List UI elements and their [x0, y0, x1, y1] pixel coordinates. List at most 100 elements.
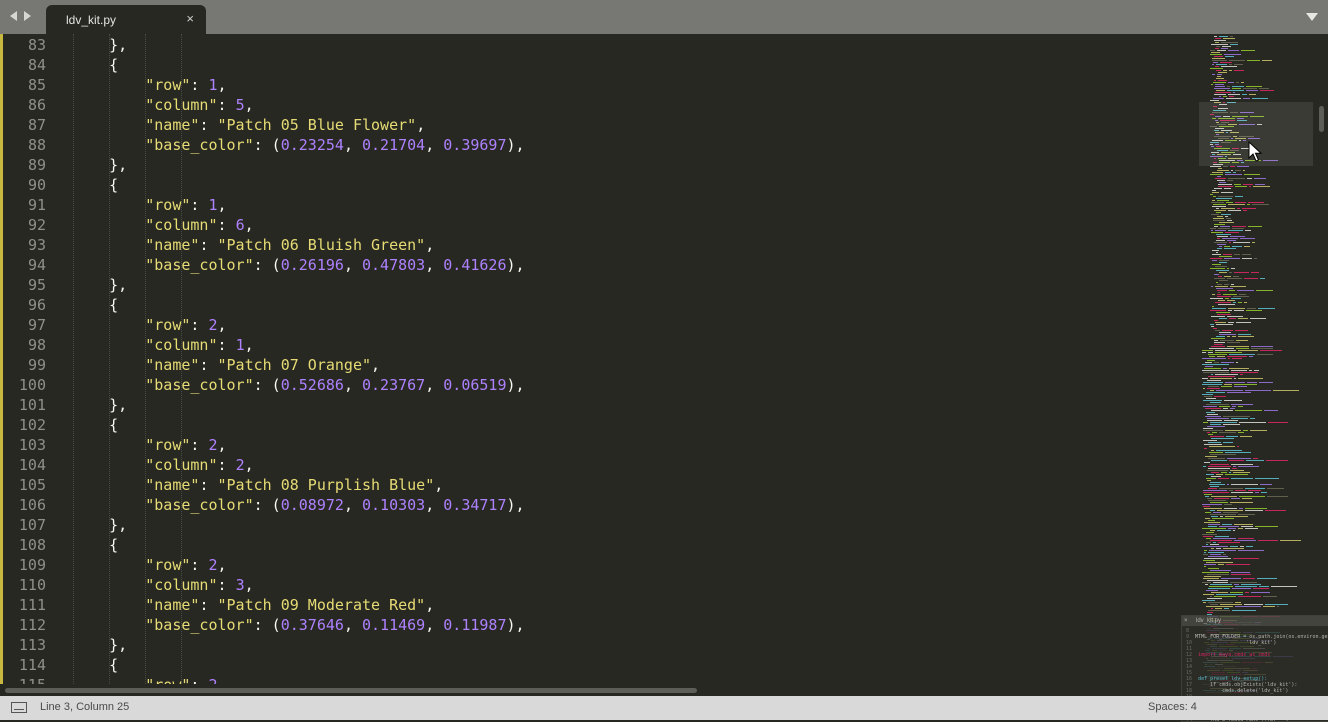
code-line: 96 { [0, 295, 1196, 315]
minimap-line [1220, 604, 1242, 605]
minimap-line [1228, 358, 1230, 359]
code-editor[interactable]: 83 }, 84 {85 "row": 1, 86 "column": 5, 87 "… [0, 34, 1196, 684]
minimap-line [1202, 600, 1215, 601]
minimap-line [1207, 580, 1228, 581]
minimap-line [1228, 322, 1234, 323]
code-line: 109 "row": 2, [0, 555, 1196, 575]
minimap-line [1204, 448, 1207, 449]
minimap-line [1211, 232, 1223, 233]
vertical-scrollbar-thumb[interactable] [1319, 106, 1324, 132]
minimap-line [1231, 370, 1247, 371]
minimap-line [1212, 264, 1221, 265]
minimap-line [1215, 86, 1225, 87]
minimap-line [1211, 44, 1228, 45]
tab-nav-right-icon[interactable] [24, 11, 31, 21]
minimap-line [1204, 564, 1216, 565]
minimap-line [1220, 516, 1223, 517]
minimap-line [1215, 266, 1227, 267]
minimap-line [1253, 588, 1269, 589]
code-line: 95 }, [0, 275, 1196, 295]
minimap-line [1213, 582, 1228, 583]
minimap-line [1230, 166, 1235, 167]
minimap-line [1223, 166, 1228, 167]
vertical-scrollbar[interactable] [1316, 34, 1328, 696]
minimap-line [1210, 486, 1219, 487]
minimap-line [1234, 184, 1241, 185]
tab-ldv-kit[interactable]: ldv_kit.py × [46, 5, 206, 34]
line-code: { [73, 175, 118, 195]
minimap-line [1231, 498, 1240, 499]
minimap-line [1205, 416, 1221, 417]
minimap-line [1231, 404, 1253, 405]
minimap-line [1215, 38, 1221, 39]
minimap-line [1232, 336, 1236, 337]
horizontal-scrollbar[interactable] [0, 684, 1196, 696]
minimap-line [1228, 310, 1232, 311]
minimap-line [1243, 170, 1245, 171]
toggle-panel-icon[interactable] [11, 702, 27, 713]
minimap-line [1213, 98, 1224, 99]
minimap-line [1202, 364, 1229, 365]
minimap-line [1254, 178, 1266, 179]
horizontal-scrollbar-thumb[interactable] [5, 688, 697, 693]
minimap-line [1206, 478, 1216, 479]
number-token: 2 [208, 556, 218, 574]
minimap-line [1208, 434, 1213, 435]
minimap-line [1214, 278, 1225, 279]
minimap-line [1217, 296, 1231, 297]
minimap-line [1210, 166, 1221, 167]
minimap-line [1246, 86, 1262, 87]
minimap-line [1210, 514, 1236, 515]
minimap-line [1215, 330, 1220, 331]
minimap-line [1230, 408, 1235, 409]
minimap-line [1228, 204, 1245, 205]
code-line: 107 }, [0, 515, 1196, 535]
minimap-line [1214, 396, 1226, 397]
minimap-line [1213, 542, 1216, 543]
indentation-setting[interactable]: Spaces: 4 [1148, 701, 1197, 713]
minimap-line [1258, 540, 1278, 541]
minimap-line [1228, 50, 1239, 51]
minimap-line [1204, 444, 1222, 445]
minimap-line [1230, 592, 1243, 593]
string-token: "base_color" [145, 136, 254, 154]
number-token: 0.34717 [443, 496, 507, 514]
punctuation-token: : [199, 476, 218, 494]
tab-list-dropdown-icon[interactable] [1306, 13, 1318, 21]
line-number: 100 [18, 376, 46, 394]
number-token: 6 [235, 216, 245, 234]
minimap-line [1255, 526, 1278, 527]
minimap-line [1217, 530, 1231, 531]
minimap-line [1214, 362, 1219, 363]
minimap-line [1229, 290, 1235, 291]
minimap-line [1239, 294, 1246, 295]
minimap[interactable] [1198, 34, 1316, 696]
line-code: "row": 1, [73, 195, 226, 215]
minimap-line [1237, 166, 1249, 167]
peek-line-code: import maya.cmds as cmds [1198, 652, 1271, 658]
punctuation-token: { [109, 416, 119, 434]
minimap-line [1235, 196, 1243, 197]
minimap-line [1203, 492, 1229, 493]
minimap-line [1218, 276, 1222, 277]
punctuation-token: , [425, 136, 444, 154]
punctuation-token: : ( [253, 136, 281, 154]
minimap-line [1214, 226, 1218, 227]
punctuation-token: , [425, 236, 435, 254]
string-token: "column" [145, 456, 218, 474]
tab-nav-left-icon[interactable] [10, 11, 17, 21]
minimap-line [1218, 542, 1240, 543]
code-line: 114 { [0, 655, 1196, 675]
tab-close-icon[interactable]: × [186, 11, 194, 26]
minimap-line [1257, 354, 1273, 355]
minimap-line [1202, 350, 1213, 351]
minimap-line [1244, 246, 1250, 247]
minimap-line [1209, 446, 1235, 447]
line-number: 83 [27, 36, 46, 54]
minimap-line [1210, 174, 1223, 175]
peek-code-line: 18 cmds.delete('ldv_kit') [1186, 688, 1288, 694]
minimap-line [1248, 202, 1264, 203]
punctuation-token: }, [109, 156, 128, 174]
minimap-line [1233, 276, 1239, 277]
peek-tab: × ldv_kit.py [1182, 616, 1328, 626]
